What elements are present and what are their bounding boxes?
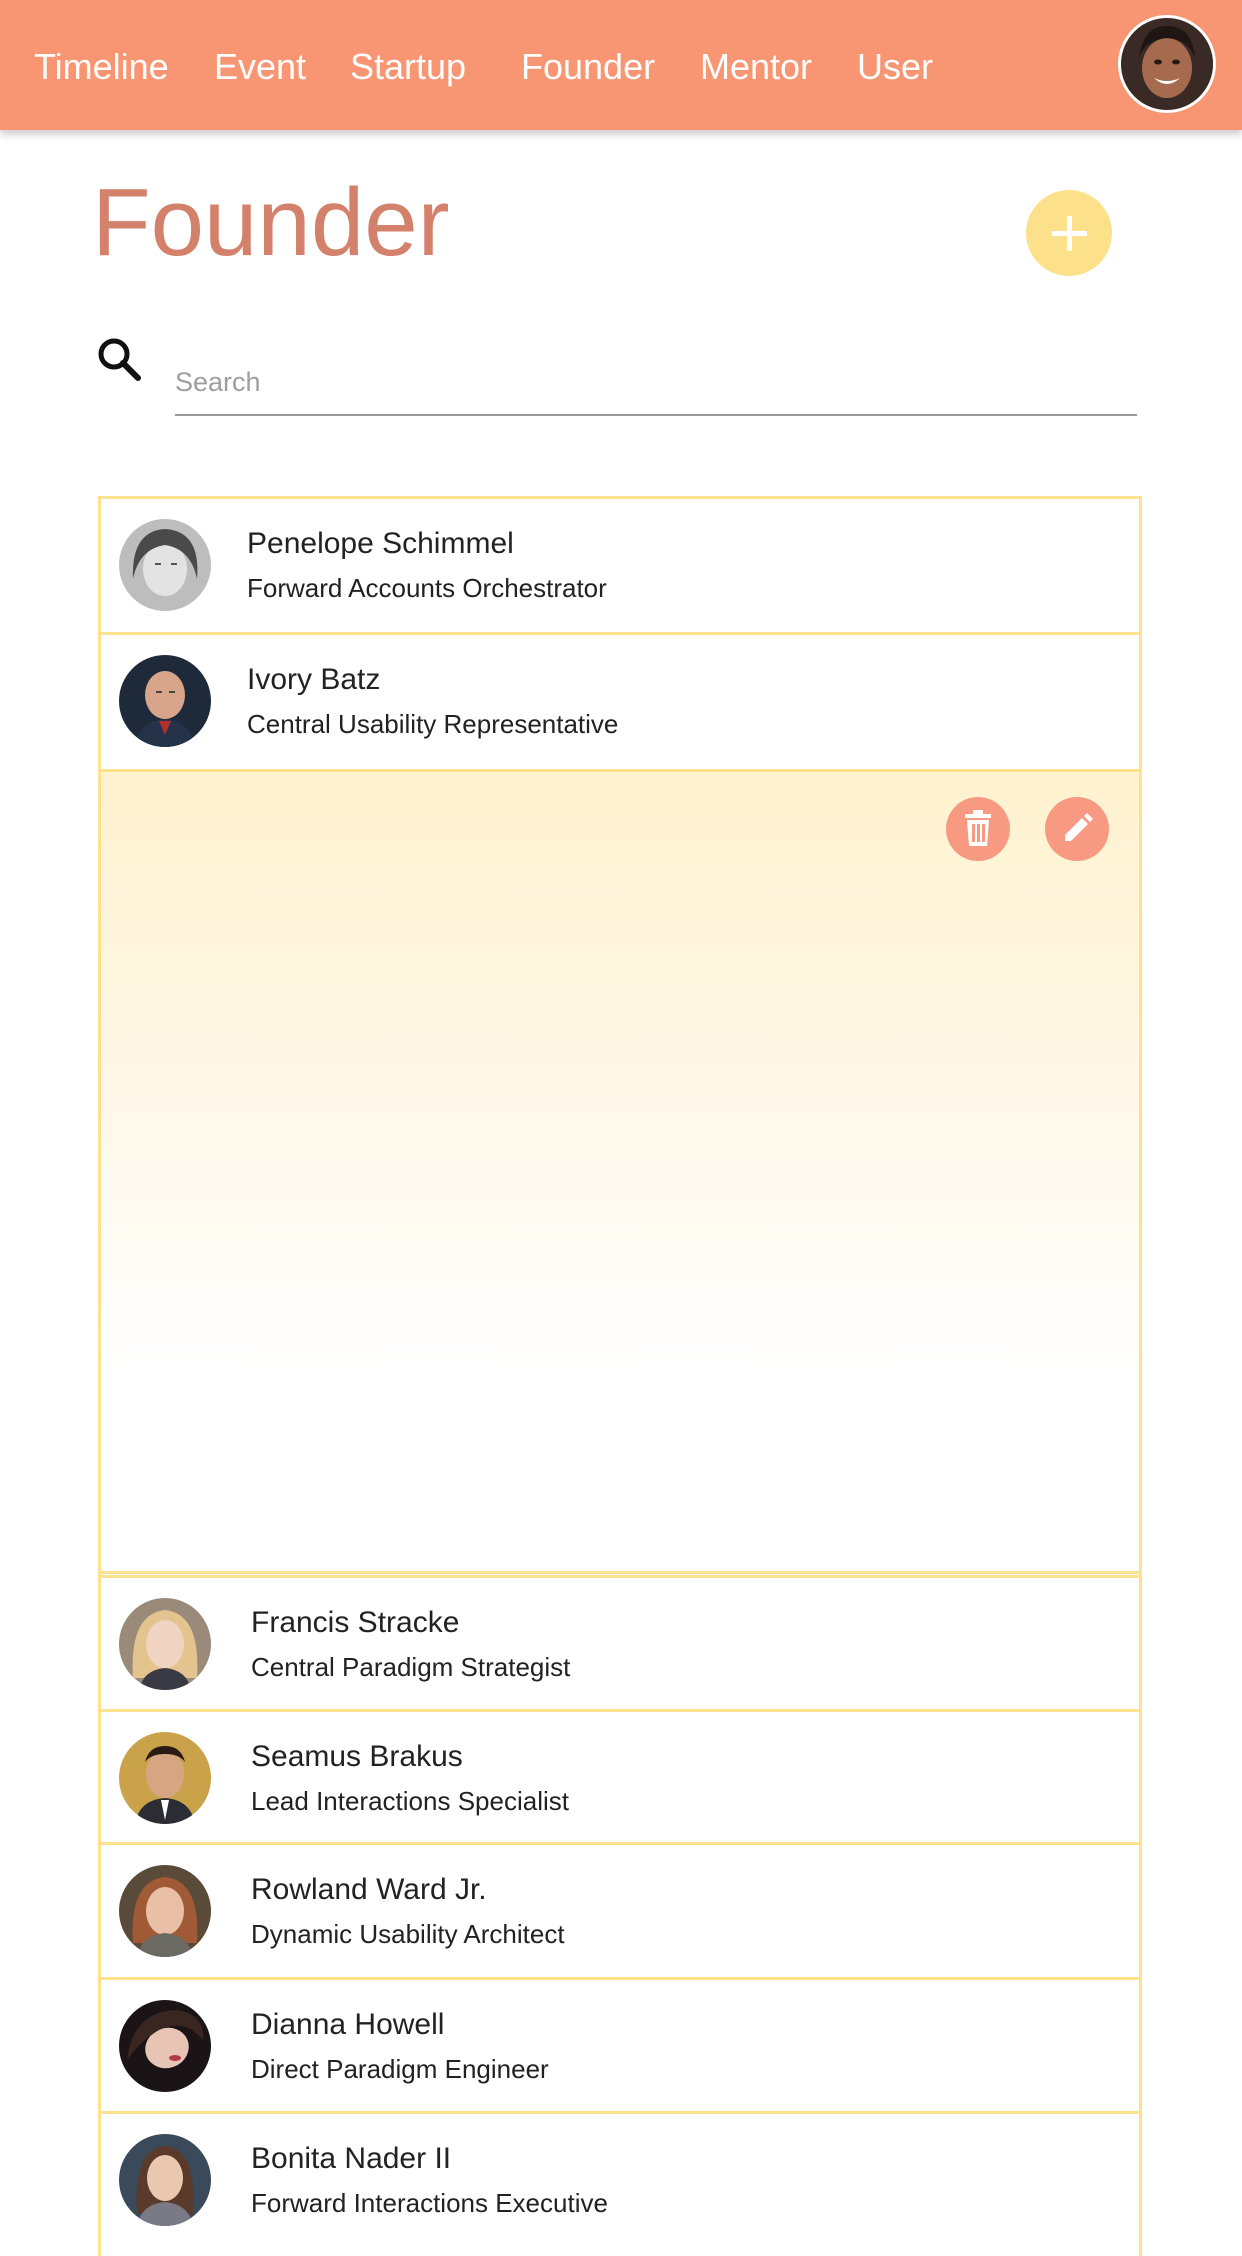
avatar bbox=[119, 519, 211, 611]
pencil-icon bbox=[1065, 813, 1093, 841]
edit-button[interactable] bbox=[1045, 797, 1109, 861]
avatar bbox=[119, 2134, 211, 2226]
nav-item-startup[interactable]: Startup bbox=[350, 47, 466, 87]
avatar bbox=[119, 1732, 211, 1824]
founder-name: Rowland Ward Jr. bbox=[251, 1873, 487, 1906]
nav-item-timeline[interactable]: Timeline bbox=[34, 47, 169, 87]
founder-name: Dianna Howell bbox=[251, 2008, 445, 2041]
list-item[interactable]: Penelope Schimmel Forward Accounts Orche… bbox=[98, 496, 1142, 631]
founder-name: Seamus Brakus bbox=[251, 1740, 463, 1773]
list-item[interactable]: Seamus Brakus Lead Interactions Speciali… bbox=[98, 1709, 1142, 1844]
founder-title: Lead Interactions Specialist bbox=[251, 1786, 569, 1816]
list-item[interactable]: Dianna Howell Direct Paradigm Engineer bbox=[98, 1977, 1142, 2112]
expanded-row-detail bbox=[101, 769, 1139, 1574]
search-icon bbox=[94, 334, 144, 384]
list-item[interactable]: Francis Stracke Central Paradigm Strateg… bbox=[98, 1575, 1142, 1710]
founder-title: Forward Accounts Orchestrator bbox=[247, 573, 607, 603]
top-navbar: Timeline Event Startup Founder Mentor Us… bbox=[0, 0, 1242, 130]
list-item[interactable]: Ivory Batz Central Usability Representat… bbox=[98, 632, 1142, 767]
founder-title: Central Usability Representative bbox=[247, 709, 619, 739]
search-input[interactable] bbox=[175, 350, 1137, 416]
trash-icon bbox=[965, 810, 991, 846]
founder-name: Bonita Nader II bbox=[251, 2142, 452, 2175]
founder-title: Direct Paradigm Engineer bbox=[251, 2054, 549, 2084]
avatar bbox=[119, 2000, 211, 2092]
founder-title: Central Paradigm Strategist bbox=[251, 1652, 571, 1682]
list-item[interactable]: Bonita Nader II Forward Interactions Exe… bbox=[98, 2111, 1142, 2246]
founder-title: Forward Interactions Executive bbox=[251, 2188, 608, 2218]
avatar bbox=[119, 655, 211, 747]
nav-item-user[interactable]: User bbox=[857, 47, 933, 87]
nav-item-mentor[interactable]: Mentor bbox=[700, 47, 812, 87]
add-founder-button[interactable] bbox=[1026, 190, 1112, 276]
avatar bbox=[119, 1865, 211, 1957]
avatar bbox=[119, 1598, 211, 1690]
nav-item-founder[interactable]: Founder bbox=[521, 47, 655, 87]
plus-icon bbox=[1052, 216, 1087, 251]
founder-title: Dynamic Usability Architect bbox=[251, 1919, 565, 1949]
founder-name: Penelope Schimmel bbox=[247, 527, 514, 560]
founder-name: Francis Stracke bbox=[251, 1606, 460, 1639]
delete-button[interactable] bbox=[946, 797, 1010, 861]
nav-item-event[interactable]: Event bbox=[214, 47, 306, 87]
page-title: Founder bbox=[92, 169, 450, 276]
founder-name: Ivory Batz bbox=[247, 663, 381, 696]
user-avatar[interactable] bbox=[1118, 15, 1216, 113]
list-item[interactable]: Rowland Ward Jr. Dynamic Usability Archi… bbox=[98, 1842, 1142, 1977]
